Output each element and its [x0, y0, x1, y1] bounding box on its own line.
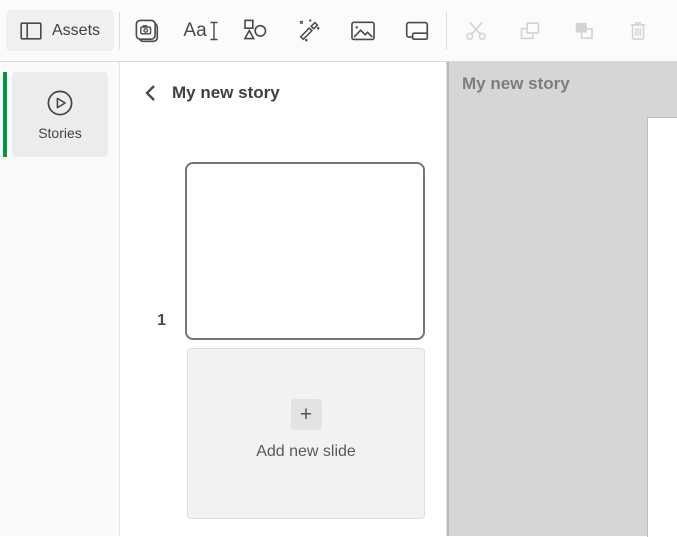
text-objects-button[interactable]: Aa: [174, 8, 228, 54]
paste-button: [557, 8, 611, 54]
plus-icon: +: [291, 399, 322, 430]
play-circle-icon: [45, 88, 75, 118]
story-canvas-panel: My new story: [447, 62, 677, 536]
copy-button: [503, 8, 557, 54]
toolbar-divider: [446, 12, 447, 50]
sheet-icon: [404, 18, 430, 44]
cut-button: [449, 8, 503, 54]
media-library-button[interactable]: [336, 8, 390, 54]
sidebar-item-label: Stories: [38, 125, 82, 141]
slide-thumbnail[interactable]: [185, 162, 425, 340]
story-title: My new story: [172, 83, 280, 103]
sidebar-item-stories[interactable]: Stories: [12, 72, 108, 157]
story-canvas-title: My new story: [462, 74, 570, 94]
shapes-icon: [242, 18, 268, 44]
embed-sheet-button[interactable]: [390, 8, 444, 54]
assets-sidebar: Stories: [0, 62, 120, 536]
qlik-storytelling-window: Assets Aa: [0, 0, 677, 537]
back-button[interactable]: [143, 84, 158, 102]
content-area: Stories My new story 1 + Add new sli: [0, 62, 677, 536]
active-item-accent-bar: [3, 72, 7, 157]
shapes-library-button[interactable]: [228, 8, 282, 54]
text-tool-glyph: Aa: [183, 21, 206, 40]
toolbar: Assets Aa: [0, 0, 677, 62]
text-cursor-icon: Aa: [183, 19, 218, 43]
slide-number: 1: [128, 312, 166, 330]
snapshot-icon: [134, 18, 160, 44]
assets-panel-toggle-button[interactable]: Assets: [6, 10, 114, 51]
effects-library-button[interactable]: [282, 8, 336, 54]
delete-button: [611, 8, 665, 54]
copy-icon: [517, 18, 543, 44]
chevron-left-icon: [143, 84, 158, 102]
assets-button-label: Assets: [52, 22, 100, 40]
slides-panel-header: My new story: [143, 83, 280, 103]
slides-panel: My new story 1 + Add new slide: [120, 62, 447, 536]
paste-icon: [571, 18, 597, 44]
add-new-slide-label: Add new slide: [256, 443, 356, 461]
trash-icon: [625, 18, 651, 44]
scissors-icon: [463, 18, 489, 44]
add-new-slide-button[interactable]: + Add new slide: [187, 348, 425, 519]
slide-canvas[interactable]: [647, 117, 677, 537]
panel-icon: [20, 22, 42, 40]
magic-wand-icon: [296, 18, 322, 44]
snapshot-library-button[interactable]: [120, 8, 174, 54]
image-icon: [350, 18, 376, 44]
